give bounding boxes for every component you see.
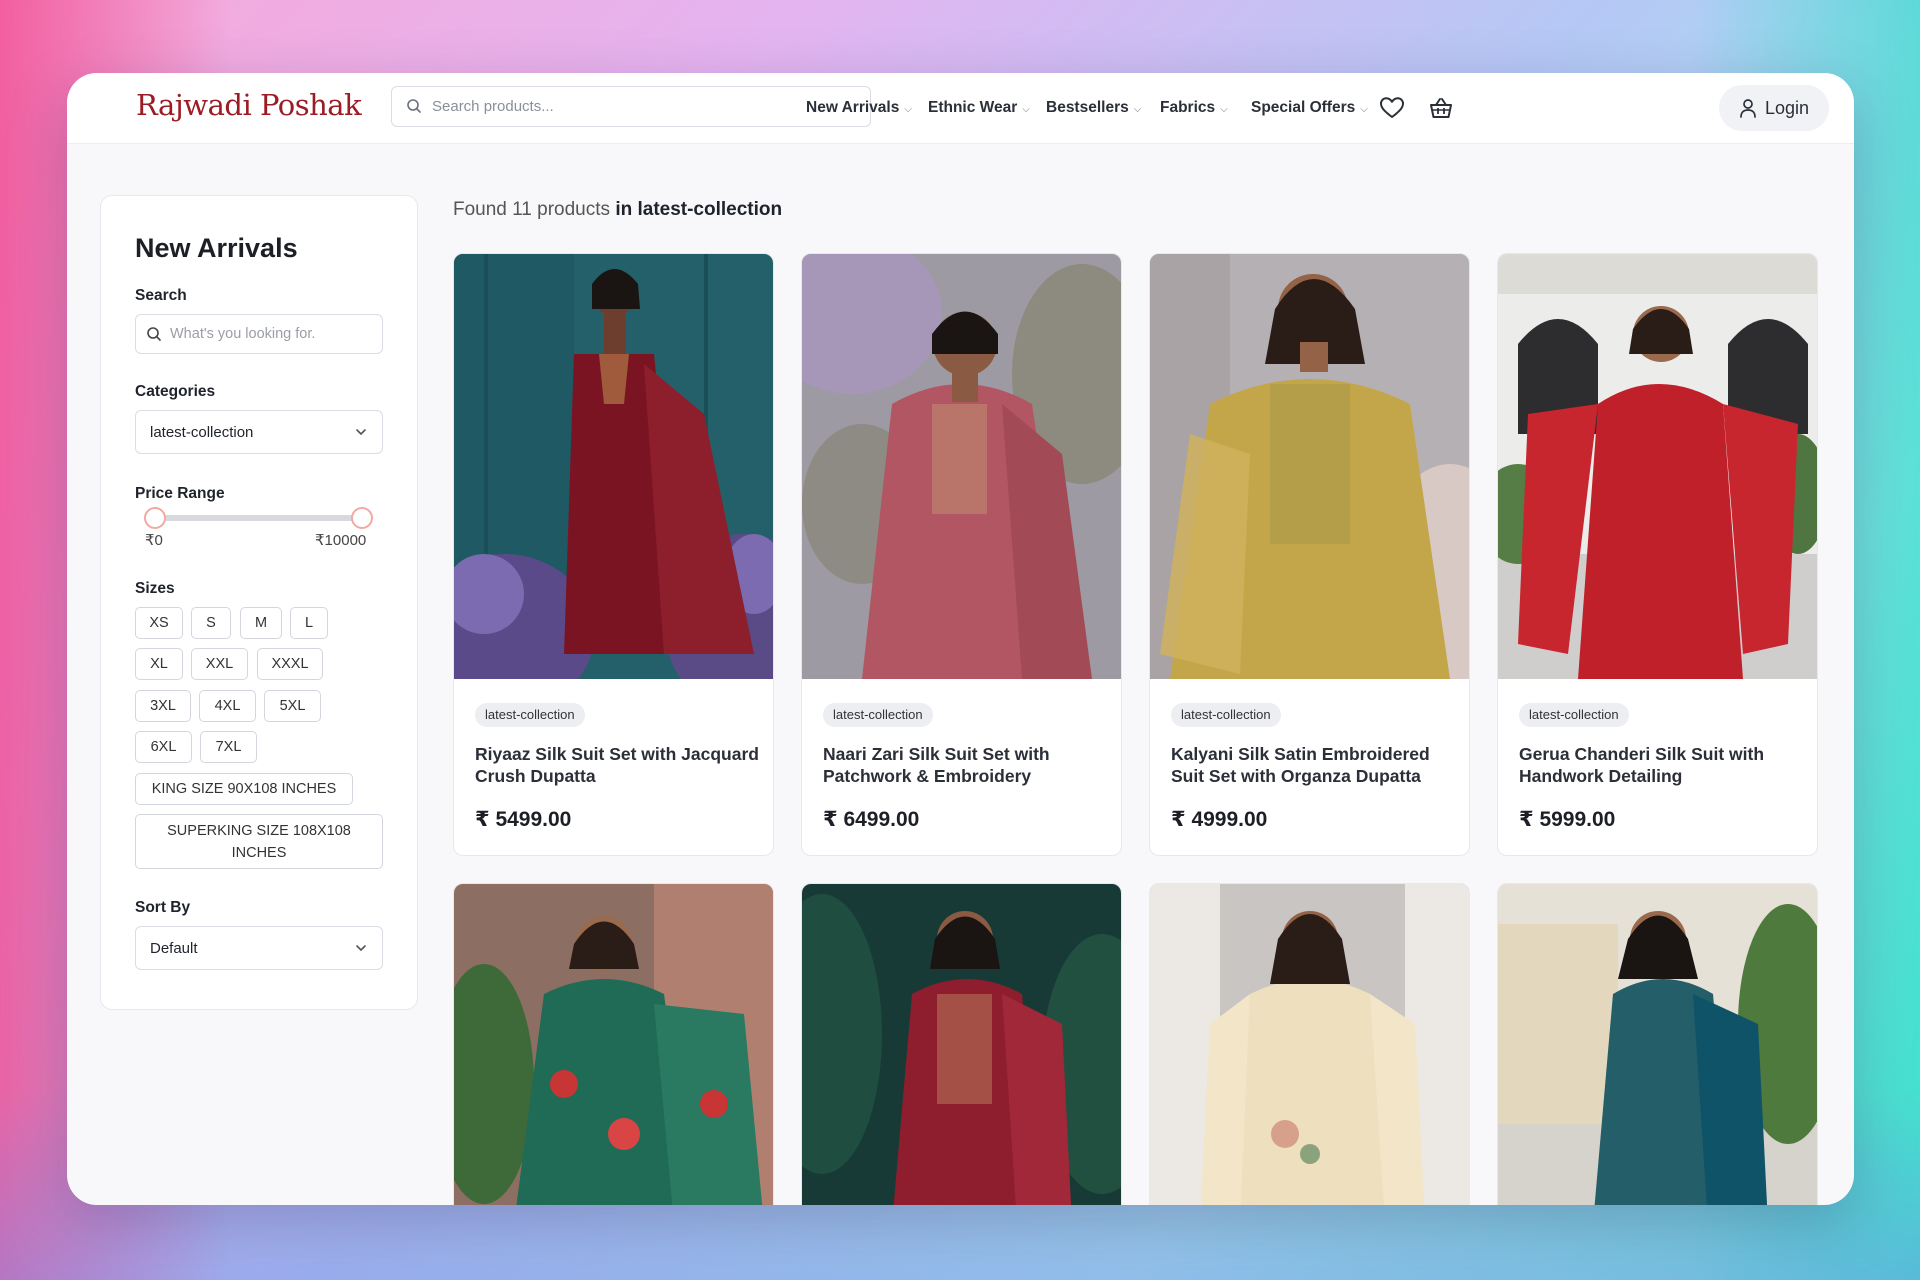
login-button[interactable]: Login bbox=[1719, 85, 1829, 131]
product-image[interactable] bbox=[1498, 884, 1817, 1205]
size-option-superking[interactable]: SUPERKING SIZE 108X108 INCHES bbox=[135, 814, 383, 869]
chevron-down-icon: ⌵ bbox=[1022, 103, 1030, 115]
product-image[interactable] bbox=[1150, 254, 1469, 679]
price-max-handle[interactable] bbox=[351, 507, 373, 529]
product-card[interactable]: latest-collection Riyaaz Silk Suit Set w… bbox=[453, 253, 774, 856]
results-count: Found 11 products in latest-collection bbox=[453, 199, 782, 221]
price-range-track[interactable] bbox=[153, 515, 361, 521]
price-min-value: ₹0 bbox=[145, 532, 163, 549]
size-option-l[interactable]: L bbox=[290, 607, 328, 639]
nav-label: New Arrivals bbox=[806, 99, 900, 116]
user-icon bbox=[1740, 99, 1756, 118]
product-tag: latest-collection bbox=[1519, 703, 1629, 727]
size-option-6xl[interactable]: 6XL bbox=[135, 731, 192, 763]
product-name[interactable]: Naari Zari Silk Suit Set with Patchwork … bbox=[823, 743, 1113, 787]
chevron-down-icon: ⌵ bbox=[904, 103, 912, 115]
nav-label: Fabrics bbox=[1160, 99, 1216, 116]
sort-by-label: Sort By bbox=[135, 899, 191, 916]
product-card[interactable]: latest-collection Naari Zari Silk Suit S… bbox=[801, 253, 1122, 856]
product-card[interactable] bbox=[801, 883, 1122, 1205]
price-max-value: ₹10000 bbox=[315, 532, 367, 549]
sort-by-select[interactable]: Default bbox=[135, 926, 383, 970]
sidebar-title: New Arrivals bbox=[135, 233, 298, 263]
nav-label: Ethnic Wear bbox=[928, 99, 1018, 116]
product-card[interactable]: latest-collection Gerua Chanderi Silk Su… bbox=[1497, 253, 1818, 856]
product-tag: latest-collection bbox=[1171, 703, 1281, 727]
chevron-down-icon: ⌵ bbox=[1133, 103, 1142, 115]
chevron-down-icon: ⌵ bbox=[1360, 103, 1368, 115]
product-name[interactable]: Gerua Chanderi Silk Suit with Handwork D… bbox=[1519, 743, 1809, 787]
heart-icon bbox=[1380, 97, 1404, 118]
size-option-xxl[interactable]: XXL bbox=[191, 648, 248, 680]
nav-fabrics[interactable]: Fabrics ⌵ bbox=[1160, 97, 1228, 119]
chevron-down-icon: ⌵ bbox=[1220, 103, 1228, 115]
product-image[interactable] bbox=[454, 254, 773, 679]
size-option-king[interactable]: KING SIZE 90X108 INCHES bbox=[135, 773, 353, 805]
size-option-xs[interactable]: XS bbox=[135, 607, 183, 639]
size-option-xxxl[interactable]: XXXL bbox=[257, 648, 323, 680]
results-count-text: Found 11 products bbox=[453, 199, 611, 220]
categories-value: latest-collection bbox=[150, 424, 254, 441]
product-card[interactable] bbox=[1497, 883, 1818, 1205]
size-option-5xl[interactable]: 5XL bbox=[264, 690, 321, 722]
categories-label: Categories bbox=[135, 383, 216, 400]
price-range-label: Price Range bbox=[135, 485, 225, 502]
results-collection: in latest-collection bbox=[615, 199, 783, 220]
sort-by-value: Default bbox=[150, 940, 198, 957]
size-option-s[interactable]: S bbox=[191, 607, 231, 639]
search-icon bbox=[146, 326, 162, 347]
price-min-handle[interactable] bbox=[144, 507, 166, 529]
product-image[interactable] bbox=[802, 254, 1121, 679]
nav-label: Bestsellers bbox=[1046, 99, 1129, 116]
sizes-label: Sizes bbox=[135, 580, 175, 597]
product-image[interactable] bbox=[802, 884, 1121, 1205]
size-option-4xl[interactable]: 4XL bbox=[199, 690, 256, 722]
size-option-7xl[interactable]: 7XL bbox=[200, 731, 257, 763]
product-price: ₹ 5999.00 bbox=[1519, 808, 1616, 831]
size-option-xl[interactable]: XL bbox=[135, 648, 183, 680]
browser-window: Rajwadi Poshak New Arrivals ⌵ Ethnic Wear… bbox=[67, 73, 1854, 1205]
basket-icon bbox=[1430, 98, 1452, 118]
product-tag: latest-collection bbox=[475, 703, 585, 727]
nav-ethnic-wear[interactable]: Ethnic Wear ⌵ bbox=[928, 97, 1030, 119]
size-option-3xl[interactable]: 3XL bbox=[135, 690, 191, 722]
filter-search-box[interactable] bbox=[135, 314, 383, 354]
filter-search-input[interactable] bbox=[170, 315, 375, 353]
nav-label: Special Offers bbox=[1251, 99, 1356, 116]
search-icon bbox=[406, 98, 422, 119]
nav-bestsellers[interactable]: Bestsellers ⌵ bbox=[1046, 97, 1141, 119]
product-card[interactable]: latest-collection Kalyani Silk Satin Emb… bbox=[1149, 253, 1470, 856]
search-label: Search bbox=[135, 287, 187, 304]
nav-special-offers[interactable]: Special Offers ⌵ bbox=[1251, 97, 1368, 119]
product-tag: latest-collection bbox=[823, 703, 933, 727]
product-search-box[interactable] bbox=[391, 86, 871, 127]
filter-sidebar: New Arrivals Search Categories latest-co… bbox=[100, 195, 418, 1010]
login-label: Login bbox=[1764, 97, 1810, 118]
nav-new-arrivals[interactable]: New Arrivals ⌵ bbox=[806, 97, 912, 119]
product-price: ₹ 6499.00 bbox=[823, 808, 920, 831]
product-card[interactable] bbox=[1149, 883, 1470, 1205]
product-image[interactable] bbox=[454, 884, 773, 1205]
product-price: ₹ 4999.00 bbox=[1171, 808, 1268, 831]
size-option-m[interactable]: M bbox=[240, 607, 282, 639]
brand-logo[interactable]: Rajwadi Poshak bbox=[136, 88, 362, 122]
product-card[interactable] bbox=[453, 883, 774, 1205]
wishlist-button[interactable] bbox=[1377, 93, 1407, 123]
chevron-down-icon bbox=[354, 941, 368, 960]
product-search-input[interactable] bbox=[432, 87, 862, 126]
product-image[interactable] bbox=[1498, 254, 1817, 679]
site-header: Rajwadi Poshak New Arrivals ⌵ Ethnic Wear… bbox=[67, 73, 1854, 144]
product-name[interactable]: Kalyani Silk Satin Embroidered Suit Set … bbox=[1171, 743, 1461, 787]
cart-button[interactable] bbox=[1426, 93, 1456, 123]
product-image[interactable] bbox=[1150, 884, 1469, 1205]
product-name[interactable]: Riyaaz Silk Suit Set with Jacquard Crush… bbox=[475, 743, 765, 787]
product-price: ₹ 5499.00 bbox=[475, 808, 572, 831]
chevron-down-icon bbox=[354, 425, 368, 444]
categories-select[interactable]: latest-collection bbox=[135, 410, 383, 454]
